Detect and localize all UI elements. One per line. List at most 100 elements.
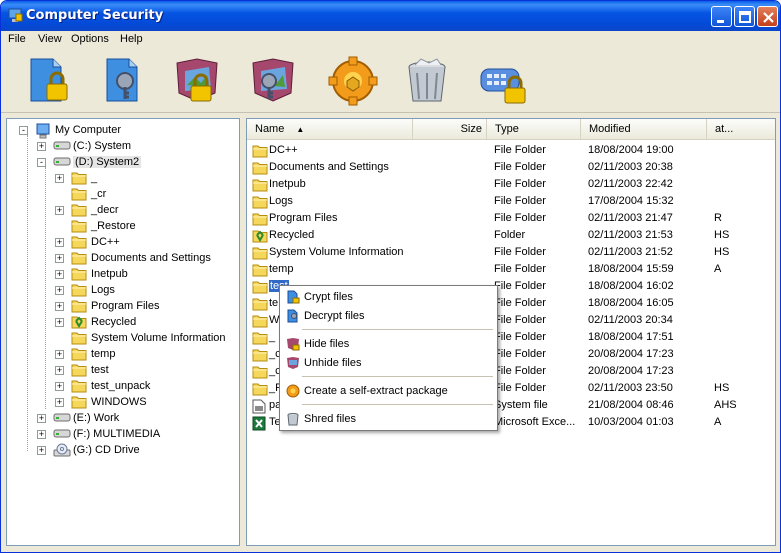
hide-files-menu-item[interactable]: Hide files <box>282 335 495 354</box>
tree-item[interactable]: + _decr <box>7 202 239 218</box>
file-row[interactable]: Documents and Settings File Folder 02/11/2… <box>247 159 775 176</box>
expand-icon[interactable]: + <box>55 318 64 327</box>
menu-help[interactable]: Help <box>120 33 143 45</box>
expand-icon[interactable]: + <box>37 430 46 439</box>
column-attributes[interactable]: at... <box>707 119 775 140</box>
column-size[interactable]: Size <box>413 119 487 140</box>
folder-icon <box>71 204 87 217</box>
tree-item[interactable]: _Restore <box>7 218 239 234</box>
file-row[interactable]: Program Files File Folder 02/11/2003 21:47… <box>247 210 775 227</box>
minimize-button[interactable] <box>711 6 732 27</box>
file-attributes: HS <box>714 382 730 394</box>
tree-item-label: (C:) System <box>73 140 132 152</box>
tree-item[interactable]: - (D:) System2 <box>7 154 239 170</box>
unhide-files-menu-item[interactable]: Unhide files <box>282 354 495 373</box>
package-icon <box>286 384 300 401</box>
expand-icon[interactable]: + <box>55 302 64 311</box>
tree-item[interactable]: + _ <box>7 170 239 186</box>
expand-icon[interactable]: + <box>55 382 64 391</box>
tree-item[interactable]: + (E:) Work <box>7 410 239 426</box>
tree-item-label: test_unpack <box>91 380 151 392</box>
crypt-files-button[interactable] <box>23 55 75 107</box>
tree-item[interactable]: + WINDOWS <box>7 394 239 410</box>
file-row[interactable]: temp File Folder 18/08/2004 15:59 A <box>247 261 775 278</box>
tree-item-label: (F:) MULTIMEDIA <box>73 428 161 440</box>
tree-item[interactable]: + (G:) CD Drive <box>7 442 239 458</box>
folder-icon <box>252 196 268 209</box>
expand-icon[interactable]: + <box>55 238 64 247</box>
file-name: Inetpub <box>269 178 306 190</box>
expand-icon[interactable]: + <box>37 142 46 151</box>
collapse-icon[interactable]: - <box>37 158 46 167</box>
expand-icon[interactable]: + <box>37 414 46 423</box>
decrypt-files-button[interactable] <box>99 55 151 107</box>
tree-item[interactable]: + Recycled <box>7 314 239 330</box>
close-button[interactable] <box>757 6 778 27</box>
file-name: _ <box>269 331 276 343</box>
tree-item[interactable]: + Logs <box>7 282 239 298</box>
file-modified: 21/08/2004 08:46 <box>588 399 674 411</box>
maximize-button[interactable] <box>734 6 755 27</box>
shred-files-menu-item[interactable]: Shred files <box>282 410 495 429</box>
column-type[interactable]: Type <box>487 119 581 140</box>
tree-item-label: _Restore <box>91 220 136 232</box>
tree-item[interactable]: System Volume Information <box>7 330 239 346</box>
tree-item-label: Inetpub <box>91 268 128 280</box>
tree-item[interactable]: + Documents and Settings <box>7 250 239 266</box>
column-name[interactable]: Name ▲ <box>247 119 413 140</box>
menu-item-label: Crypt files <box>304 291 353 303</box>
file-row[interactable]: Recycled Folder 02/11/2003 21:53 HS <box>247 227 775 244</box>
folder-icon <box>71 252 87 265</box>
file-row[interactable]: System Volume Information File Folder 02/1… <box>247 244 775 261</box>
tree-item[interactable]: _cr <box>7 186 239 202</box>
expand-icon[interactable]: + <box>55 254 64 263</box>
computer-icon <box>36 123 50 139</box>
tree-item[interactable]: + Program Files <box>7 298 239 314</box>
tree-item-label: _cr <box>91 188 107 200</box>
expand-icon[interactable]: + <box>55 174 64 183</box>
crypt-files-menu-item[interactable]: Crypt files <box>282 288 495 307</box>
expand-icon[interactable]: + <box>55 206 64 215</box>
shred-files-button[interactable] <box>401 55 453 107</box>
expand-icon[interactable]: + <box>55 286 64 295</box>
recycle-icon <box>71 316 87 329</box>
tree-item[interactable]: + Inetpub <box>7 266 239 282</box>
file-row[interactable]: Logs File Folder 17/08/2004 15:32 <box>247 193 775 210</box>
tree-item[interactable]: - My Computer <box>7 122 239 139</box>
expand-icon[interactable]: + <box>55 270 64 279</box>
file-modified: 18/08/2004 16:02 <box>588 280 674 292</box>
expand-icon[interactable]: + <box>55 398 64 407</box>
collapse-icon[interactable]: - <box>19 126 28 135</box>
expand-icon[interactable]: + <box>37 446 46 455</box>
file-name: te <box>269 297 279 309</box>
folder-icon <box>252 349 268 362</box>
tree-item[interactable]: + test <box>7 362 239 378</box>
menu-file[interactable]: File <box>8 33 26 45</box>
tree-item[interactable]: + (F:) MULTIMEDIA <box>7 426 239 442</box>
self-extract-package-button[interactable] <box>327 55 379 107</box>
folder-icon <box>252 247 268 260</box>
folder-tree[interactable]: - My Computer + (C:) System - (D:) System2 + _ _… <box>6 118 240 546</box>
tree-item[interactable]: + test_unpack <box>7 378 239 394</box>
tree-item[interactable]: + temp <box>7 346 239 362</box>
folder-icon <box>71 396 87 409</box>
menu-item-label: Unhide files <box>304 357 362 369</box>
file-row[interactable]: Inetpub File Folder 02/11/2003 22:42 <box>247 176 775 193</box>
hide-files-button[interactable] <box>171 55 223 107</box>
unhide-files-button[interactable] <box>247 55 299 107</box>
menu-options[interactable]: Options <box>71 33 109 45</box>
folder-icon <box>252 281 268 294</box>
file-modified: 20/08/2004 17:23 <box>588 348 674 360</box>
tree-item[interactable]: + DC++ <box>7 234 239 250</box>
file-row[interactable]: DC++ File Folder 18/08/2004 19:00 <box>247 142 775 159</box>
expand-icon[interactable]: + <box>55 366 64 375</box>
expand-icon[interactable]: + <box>55 350 64 359</box>
title-bar[interactable]: Computer Security <box>1 1 780 31</box>
decrypt-files-menu-item[interactable]: Decrypt files <box>282 307 495 326</box>
menu-view[interactable]: View <box>38 33 62 45</box>
password-lock-button[interactable] <box>477 55 529 107</box>
tree-item[interactable]: + (C:) System <box>7 138 239 154</box>
column-modified[interactable]: Modified <box>581 119 707 140</box>
self-extract-menu-item[interactable]: Create a self-extract package <box>282 382 495 401</box>
file-name: temp <box>269 263 294 275</box>
